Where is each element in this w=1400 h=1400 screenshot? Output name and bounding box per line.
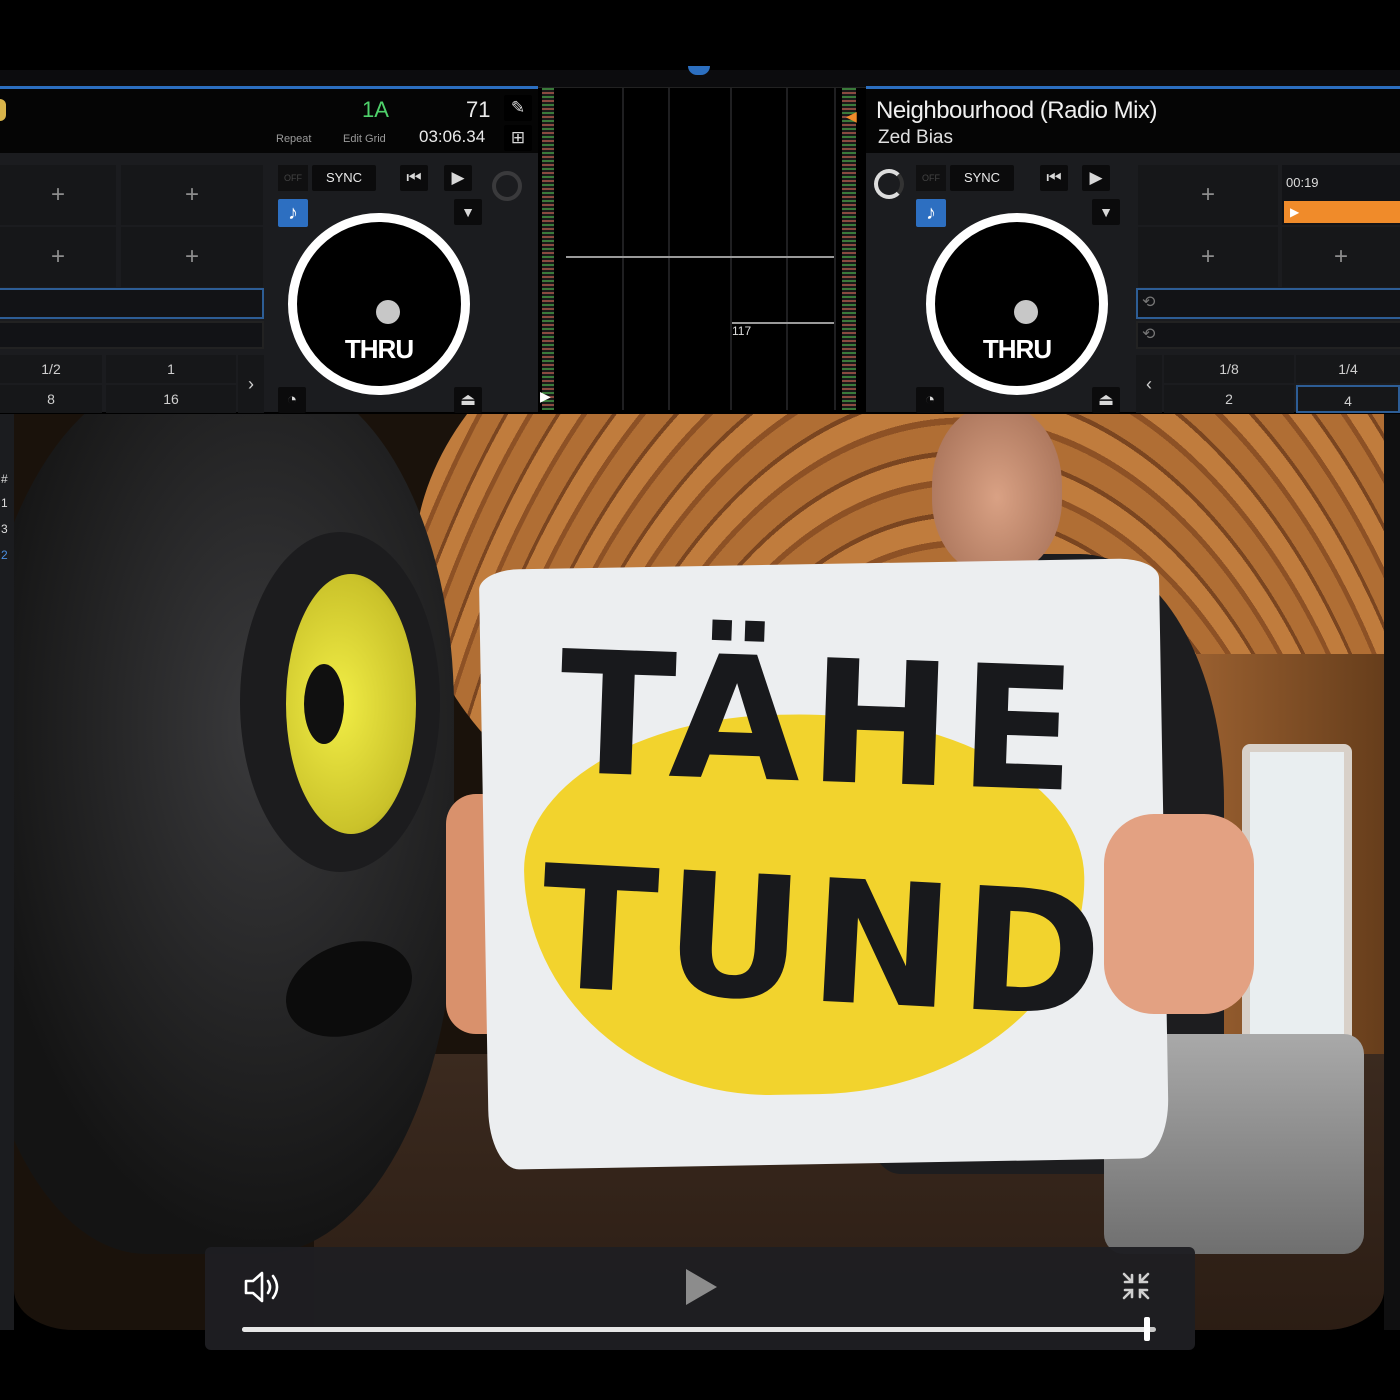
loop-icon: ⟲ (1142, 326, 1156, 343)
eject-icon[interactable]: ⏏ (1092, 387, 1120, 413)
waveform-center-line (566, 256, 834, 258)
gauge-icon[interactable]: ◔ (278, 387, 306, 413)
deck-right-header: Neighbourhood (Radio Mix) Zed Bias (866, 89, 1400, 153)
skip-back-icon[interactable]: ⏮ (1040, 165, 1068, 191)
loop-size-1-2[interactable]: 1/2 (0, 355, 102, 383)
side-panel-strip (1384, 414, 1400, 1330)
beat-line (834, 88, 836, 410)
loop-bar[interactable] (0, 288, 264, 319)
center-waveform: 117 ▶ (540, 88, 850, 410)
hotcue-pad-3[interactable]: + (1138, 227, 1278, 287)
platter-dot (1014, 300, 1038, 324)
handwritten-sign: TÄHE TUND (478, 558, 1170, 1170)
beat-marker-label: 117 (732, 324, 752, 338)
loop-size-1-4[interactable]: 1/4 (1296, 355, 1400, 383)
cue-marker-icon: ◀ (846, 108, 857, 124)
vu-meter-right (842, 88, 856, 410)
elapsed-time: 00:19 (1286, 175, 1319, 190)
library-row[interactable]: 3 (0, 522, 14, 536)
window (1242, 744, 1352, 1044)
loop-bar-2[interactable] (0, 321, 264, 349)
skip-back-icon[interactable]: ⏮ (400, 165, 428, 191)
repeat-button[interactable]: Repeat (276, 133, 311, 145)
sign-line-2: TUND (535, 829, 1115, 1057)
app-top-bar (0, 0, 1400, 72)
loop-icon: ⟲ (1142, 294, 1156, 311)
play-icon[interactable]: ▶ (1082, 165, 1110, 191)
deck-left-time: 03:06.34 (419, 127, 486, 146)
gauge-icon[interactable]: ◔ (916, 387, 944, 413)
hotcue-pad-1[interactable]: + (1138, 165, 1278, 225)
track-title: Neighbourhood (Radio Mix) (876, 97, 1157, 124)
library-row[interactable]: 2 (0, 548, 14, 562)
play-icon[interactable]: ▶ (444, 165, 472, 191)
deck-left-off-button[interactable]: OFF (278, 165, 308, 191)
deck-left-bpm: 71 (466, 97, 491, 122)
progress-fill (242, 1327, 1147, 1332)
deck-left: 1A 71 Repeat Edit Grid 03:06.34 ✎ ⊞ + + … (0, 86, 538, 413)
deck-right: Neighbourhood (Radio Mix) Zed Bias OFF S… (866, 86, 1400, 413)
speaker-volume-icon[interactable] (243, 1269, 285, 1305)
filter-icon[interactable]: ▼ (454, 199, 482, 225)
eject-icon[interactable]: ⏏ (454, 387, 482, 413)
sign-line-1: TÄHE (555, 614, 1088, 832)
deck-left-key: 1A (362, 97, 389, 122)
pencil-icon[interactable]: ✎ (504, 95, 532, 121)
loop-size-4[interactable]: 4 (1296, 385, 1400, 413)
hotcue-pad-2[interactable]: 00:19 ▶ (1282, 165, 1400, 225)
grid-icon[interactable]: ⊞ (504, 125, 532, 151)
library-row[interactable]: 1 (0, 496, 14, 510)
deck-left-sync-button[interactable]: SYNC (312, 165, 376, 191)
play-marker-icon: ▶ (540, 388, 551, 404)
loop-size-8[interactable]: 8 (0, 385, 102, 413)
loop-bar[interactable]: ⟲ (1136, 288, 1400, 319)
hotcue-pad-3[interactable]: + (0, 227, 116, 287)
play-icon[interactable] (681, 1267, 721, 1307)
hotcue-pad-1[interactable]: + (0, 165, 116, 225)
deck-left-platter[interactable]: THRU (288, 213, 470, 395)
progress-handle[interactable] (1143, 1317, 1150, 1341)
platter-label: THRU (982, 334, 1052, 364)
deck-right-sync-button[interactable]: SYNC (950, 165, 1014, 191)
chevron-right-icon[interactable]: › (238, 355, 264, 413)
beat-line (786, 88, 788, 410)
video-player-controls (205, 1247, 1195, 1350)
track-artist: Zed Bias (878, 127, 953, 148)
beat-line (668, 88, 670, 410)
progress-bar[interactable] (242, 1317, 1156, 1341)
platter-label: THRU (344, 334, 414, 364)
loop-size-16[interactable]: 16 (106, 385, 236, 413)
library-strip: # 1 3 2 (0, 414, 14, 1330)
chevron-left-icon[interactable]: ‹ (1136, 355, 1162, 413)
cue-progress-bar[interactable]: ▶ (1284, 201, 1400, 223)
hotcue-pad-4[interactable]: + (1282, 227, 1400, 287)
loop-size-1-8[interactable]: 1/8 (1164, 355, 1294, 383)
deck-left-indicator (0, 99, 6, 121)
loop-size-2[interactable]: 2 (1164, 385, 1294, 413)
loop-size-1[interactable]: 1 (106, 355, 236, 383)
deck-left-header: 1A 71 Repeat Edit Grid 03:06.34 ✎ ⊞ (0, 89, 538, 153)
beat-line (730, 88, 732, 410)
exit-fullscreen-icon[interactable] (1121, 1271, 1151, 1301)
filter-icon[interactable]: ▼ (1092, 199, 1120, 225)
beat-line (622, 88, 624, 410)
platter-dot (376, 300, 400, 324)
hotcue-pad-4[interactable]: + (121, 227, 263, 287)
woofer-cap (304, 664, 344, 744)
video-frame[interactable]: TÄHE TUND (14, 414, 1384, 1330)
gain-knob[interactable] (874, 169, 904, 199)
gain-knob[interactable] (492, 171, 522, 201)
edit-grid-button[interactable]: Edit Grid (343, 133, 386, 145)
loop-bar-2[interactable]: ⟲ (1136, 321, 1400, 349)
library-col-header: # (1, 472, 8, 486)
hand-right (1104, 814, 1254, 1014)
hotcue-pad-2[interactable]: + (121, 165, 263, 225)
deck-right-platter[interactable]: THRU (926, 213, 1108, 395)
music-note-icon[interactable]: ♪ (278, 199, 308, 227)
music-note-icon[interactable]: ♪ (916, 199, 946, 227)
deck-right-off-button[interactable]: OFF (916, 165, 946, 191)
person-head (932, 414, 1062, 574)
